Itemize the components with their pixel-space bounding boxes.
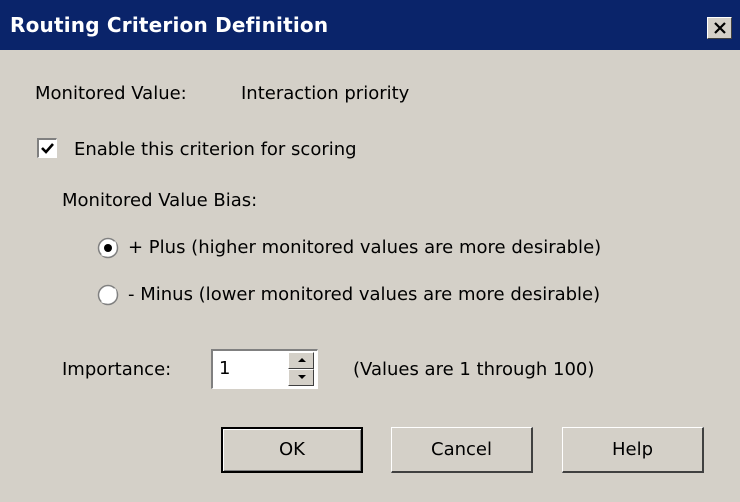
arrow-down-icon — [298, 375, 306, 379]
importance-stepper[interactable] — [211, 349, 318, 389]
plus-bias-label[interactable]: + Plus (higher monitored values are more… — [128, 237, 601, 258]
minus-bias-radio[interactable] — [97, 284, 119, 306]
close-icon — [714, 22, 726, 34]
routing-criterion-dialog: Routing Criterion Definition Monitored V… — [0, 0, 740, 502]
importance-increment-button[interactable] — [288, 352, 314, 369]
importance-label: Importance: — [62, 359, 172, 380]
importance-range-hint: (Values are 1 through 100) — [353, 359, 595, 380]
close-button[interactable] — [707, 17, 732, 39]
monitored-value-text: Interaction priority — [241, 83, 410, 104]
monitored-value-bias-label: Monitored Value Bias: — [62, 190, 258, 211]
plus-bias-radio[interactable] — [97, 237, 119, 259]
title-bar: Routing Criterion Definition — [0, 0, 740, 50]
cancel-button[interactable]: Cancel — [391, 427, 533, 473]
monitored-value-label: Monitored Value: — [35, 83, 187, 104]
arrow-up-icon — [298, 358, 306, 362]
checkmark-icon — [41, 143, 54, 154]
importance-input[interactable] — [219, 356, 285, 380]
importance-decrement-button[interactable] — [288, 369, 314, 386]
enable-criterion-label[interactable]: Enable this criterion for scoring — [74, 139, 357, 160]
help-button[interactable]: Help — [562, 427, 704, 473]
ok-button[interactable]: OK — [221, 427, 363, 473]
minus-bias-label[interactable]: - Minus (lower monitored values are more… — [128, 284, 600, 305]
enable-criterion-checkbox[interactable] — [37, 138, 57, 158]
dialog-title: Routing Criterion Definition — [10, 13, 329, 37]
